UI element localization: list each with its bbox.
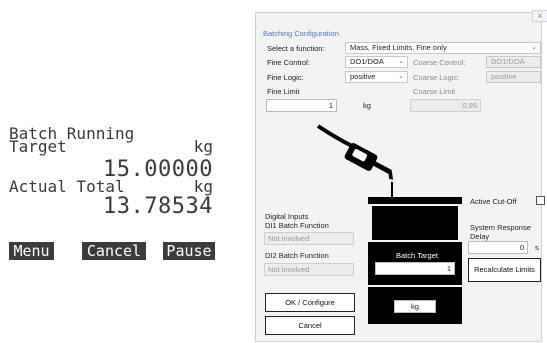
system-response-unit: s (535, 243, 539, 252)
cancel-button[interactable]: Cancel (265, 316, 355, 335)
function-select-value: Mass, Fixed Limits, Fine only (350, 43, 447, 52)
filling-nozzle-illustration (316, 124, 394, 198)
active-cutoff-checkbox[interactable] (536, 196, 545, 205)
coarse-logic-select: positive (486, 71, 541, 83)
fine-logic-select[interactable]: positive ⌄ (345, 71, 408, 83)
lcd-actual-label: Actual Total (9, 177, 125, 196)
lcd-actual-unit: kg (193, 177, 213, 196)
container-rim-top (368, 197, 462, 204)
di2-label: DI2 Batch Function (265, 251, 329, 260)
active-cutoff-label: Active Cut-Off (470, 197, 517, 206)
lcd-display: Batch Running Target kg 15.00000 Actual … (9, 126, 215, 260)
function-select[interactable]: Mass, Fixed Limits, Fine only ⌄ (345, 42, 541, 54)
batch-target-label: Batch Target (396, 251, 438, 260)
coarse-limit-input: 0,95 (410, 99, 481, 112)
system-response-label: System Response (470, 223, 531, 232)
coarse-limit-label: Coarse Limit (413, 87, 456, 96)
fine-control-value: DO1/DOA (350, 57, 384, 66)
function-label: Select a function: (267, 44, 325, 53)
close-icon[interactable]: × (532, 10, 547, 22)
di2-select: Not involved (264, 263, 354, 276)
ok-configure-button[interactable]: OK / Configure (265, 293, 355, 312)
coarse-logic-label: Coarse Logic: (413, 73, 460, 82)
unit-display: kg (394, 300, 436, 313)
chevron-down-icon: ⌄ (531, 44, 537, 51)
batch-target-input[interactable]: 1 (375, 262, 455, 275)
container-upper (372, 206, 458, 240)
fine-control-label: Fine Control: (267, 58, 310, 67)
chevron-down-icon: ⌄ (398, 58, 404, 65)
fine-limit-label: Fine Limit (267, 87, 300, 96)
nozzle-icon (344, 143, 394, 180)
softkey-cancel[interactable]: Cancel (82, 242, 146, 260)
coarse-control-label: Coarse Control: (413, 58, 466, 67)
lcd-target-label: Target (9, 137, 67, 156)
hose (316, 124, 353, 148)
fine-limit-unit: kg (363, 101, 371, 110)
fine-logic-label: Fine Logic: (267, 73, 304, 82)
fine-logic-value: positive (350, 72, 376, 81)
lcd-target-unit: kg (193, 137, 213, 156)
di1-label: DI1 Batch Function (265, 221, 329, 230)
digital-inputs-label: Digital Inputs (265, 212, 309, 221)
coarse-logic-value: positive (491, 72, 517, 81)
softkey-pause[interactable]: Pause (163, 242, 215, 260)
system-response-delay-label: Delay (470, 232, 490, 241)
lcd-softkey-bar: Menu Cancel Pause (9, 242, 215, 260)
softkey-menu[interactable]: Menu (9, 242, 54, 260)
section-title: Batching Configuration (263, 29, 339, 38)
coarse-control-value: DO1/DOA (491, 57, 525, 66)
recalculate-limits-button[interactable]: Recalculate Limits (468, 258, 541, 282)
system-response-input[interactable]: 0 (468, 241, 528, 254)
fine-control-select[interactable]: DO1/DOA ⌄ (345, 56, 408, 68)
chevron-down-icon: ⌄ (398, 73, 404, 80)
fine-limit-input[interactable]: 1 (266, 99, 337, 112)
di1-select: Not involved (264, 232, 354, 245)
lcd-actual-value: 13.78534 (103, 194, 213, 219)
coarse-control-select: DO1/DOA (486, 56, 541, 68)
